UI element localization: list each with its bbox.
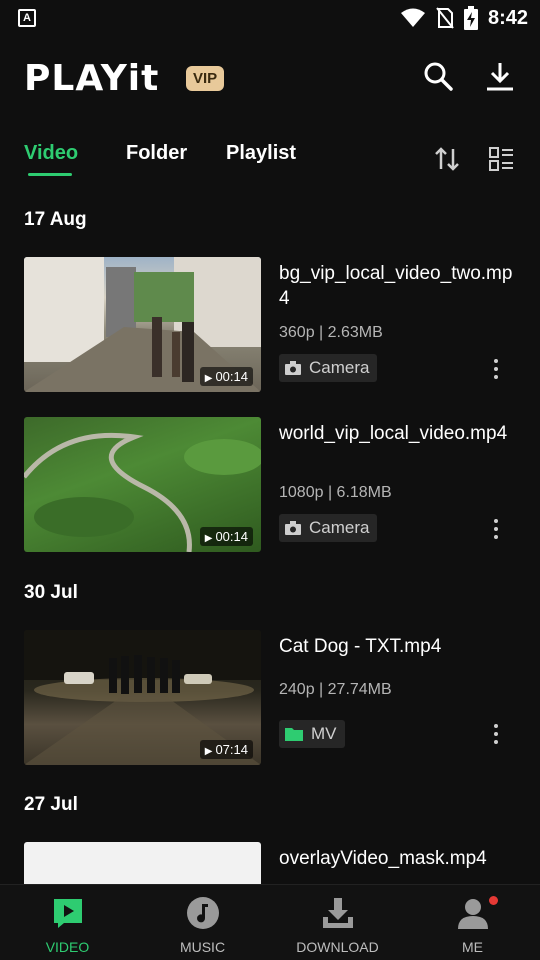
status-bar: A 8:42 [0, 0, 540, 36]
more-options-button[interactable] [486, 515, 506, 543]
search-icon[interactable] [422, 60, 454, 92]
video-thumbnail[interactable]: ▶ 07:14 [24, 630, 261, 765]
video-duration: ▶ 07:14 [199, 740, 253, 759]
video-list-item[interactable]: ▶ 00:14 bg_vip_local_video_two.mp4 360p |… [24, 257, 524, 393]
app-logo: PLAYit [24, 58, 160, 99]
folder-tag[interactable]: Camera [279, 514, 378, 542]
section-date: 27 Jul [24, 794, 78, 815]
download-icon[interactable] [484, 60, 516, 92]
app-notification-icon: A [18, 9, 36, 27]
category-tabs: Video Folder Playlist [24, 142, 516, 182]
video-meta: 240p | 27.74MB [279, 681, 392, 698]
status-time: 8:42 [487, 6, 528, 29]
video-duration: ▶ 00:14 [199, 367, 253, 386]
nav-me[interactable]: ME [405, 885, 540, 960]
folder-tag[interactable]: MV [279, 720, 345, 748]
play-icon: ▶ [204, 746, 213, 757]
tab-folder[interactable]: Folder [126, 142, 187, 165]
nav-label: DOWNLOAD [296, 939, 379, 955]
view-mode-icon[interactable] [488, 146, 514, 172]
nav-download[interactable]: DOWNLOAD [270, 885, 405, 960]
bottom-navigation: VIDEO MUSIC DOWNLOAD ME [0, 884, 540, 960]
folder-tag[interactable]: Camera [279, 354, 378, 382]
section-date: 17 Aug [24, 209, 87, 230]
video-play-icon [53, 899, 82, 928]
section-date: 30 Jul [24, 582, 78, 603]
nav-video[interactable]: VIDEO [0, 885, 135, 960]
video-meta: 360p | 2.63MB [279, 324, 383, 341]
video-title: bg_vip_local_video_two.mp4 [279, 263, 513, 309]
more-options-button[interactable] [486, 355, 506, 383]
active-tab-indicator [28, 173, 72, 176]
play-icon: ▶ [204, 373, 213, 384]
folder-icon [285, 728, 303, 741]
video-duration: ▶ 00:14 [199, 527, 253, 546]
video-title: Cat Dog - TXT.mp4 [279, 636, 442, 657]
sort-icon[interactable] [434, 146, 460, 172]
camera-icon [285, 361, 301, 375]
nav-label: ME [462, 939, 483, 955]
vip-badge[interactable]: VIP [186, 66, 225, 91]
video-title: world_vip_local_video.mp4 [279, 423, 508, 444]
video-list-item[interactable]: overlayVideo_mask.mp4 [24, 842, 524, 884]
play-icon: ▶ [204, 533, 213, 544]
no-sim-icon [436, 7, 454, 29]
wifi-icon [400, 8, 425, 27]
app-header: PLAYit VIP [24, 56, 516, 100]
video-thumbnail[interactable] [24, 842, 261, 884]
nav-label: MUSIC [179, 939, 226, 955]
status-icons: 8:42 [400, 6, 528, 30]
user-profile-icon [457, 899, 488, 929]
battery-charging-icon [463, 6, 478, 30]
video-thumbnail[interactable]: ▶ 00:14 [24, 257, 261, 392]
tab-playlist[interactable]: Playlist [226, 142, 296, 165]
tab-video[interactable]: Video [24, 142, 78, 165]
video-meta: 1080p | 6.18MB [279, 484, 392, 501]
more-options-button[interactable] [486, 720, 506, 748]
video-thumbnail[interactable]: ▶ 00:14 [24, 417, 261, 552]
video-list-item[interactable]: ▶ 07:14 Cat Dog - TXT.mp4 240p | 27.74MB … [24, 630, 524, 766]
download-tray-icon [322, 898, 353, 928]
nav-label: VIDEO [45, 939, 90, 955]
video-list-item[interactable]: ▶ 00:14 world_vip_local_video.mp4 1080p |… [24, 417, 524, 553]
camera-icon [285, 521, 301, 535]
music-note-icon [186, 897, 219, 929]
nav-music[interactable]: MUSIC [135, 885, 270, 960]
video-title: overlayVideo_mask.mp4 [279, 848, 487, 869]
notification-dot [489, 896, 498, 905]
